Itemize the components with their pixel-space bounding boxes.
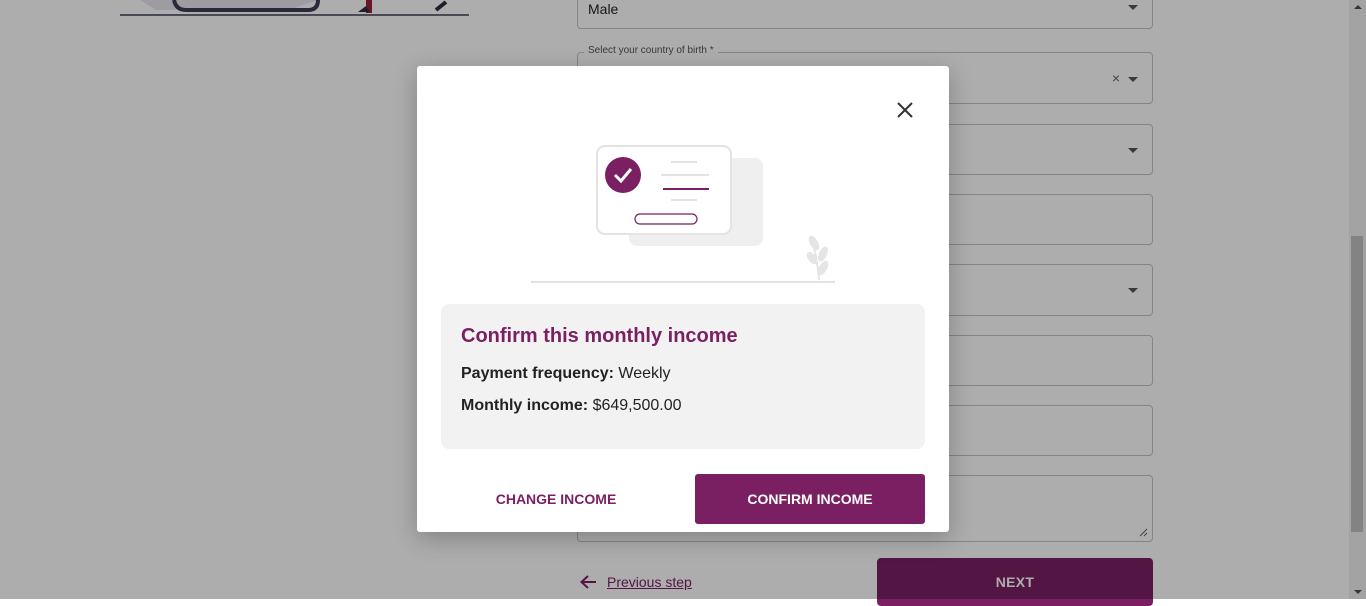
- confirm-income-button[interactable]: CONFIRM INCOME: [695, 474, 925, 524]
- payment-frequency-label: Payment frequency:: [461, 365, 614, 382]
- monthly-income-value: $649,500.00: [592, 397, 682, 414]
- confirm-income-dialog: Confirm this monthly income Payment freq…: [417, 66, 949, 532]
- change-income-button[interactable]: CHANGE INCOME: [441, 474, 671, 524]
- payment-frequency-value: Weekly: [618, 365, 671, 382]
- monthly-income-label: Monthly income:: [461, 397, 589, 414]
- payment-frequency-row: Payment frequency: Weekly: [461, 365, 671, 383]
- income-summary-card: Confirm this monthly income Payment freq…: [441, 304, 925, 449]
- dialog-title: Confirm this monthly income: [461, 325, 738, 347]
- income-confirmation-illustration: [531, 145, 835, 283]
- close-icon[interactable]: [895, 100, 915, 120]
- monthly-income-row: Monthly income: $649,500.00: [461, 397, 682, 415]
